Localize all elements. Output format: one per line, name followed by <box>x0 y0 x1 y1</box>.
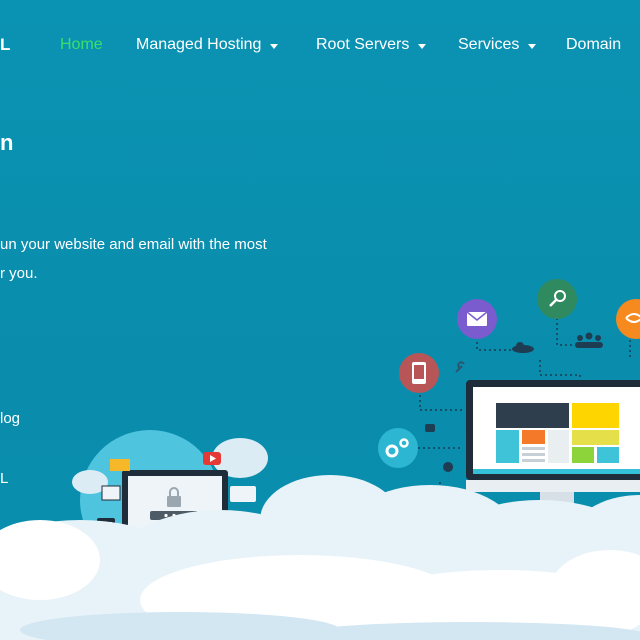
location-icon <box>443 462 454 482</box>
hosting-illustration <box>0 279 640 640</box>
hero-section: L Home Managed Hosting Root Servers Serv… <box>0 0 640 640</box>
cloud-icon <box>512 342 534 353</box>
link-icon <box>455 361 465 373</box>
phone-icon <box>399 353 439 393</box>
play-icon <box>203 452 221 465</box>
hand-icon <box>425 424 435 432</box>
gear-icon <box>378 428 418 468</box>
email-icon <box>457 299 497 339</box>
document-icon <box>101 485 121 501</box>
folder-icon <box>110 459 130 471</box>
settings-icon <box>616 299 640 339</box>
monitor-icon <box>466 380 640 512</box>
search-icon <box>537 279 577 319</box>
people-icon <box>575 332 603 348</box>
browser-window-icon <box>230 486 256 502</box>
